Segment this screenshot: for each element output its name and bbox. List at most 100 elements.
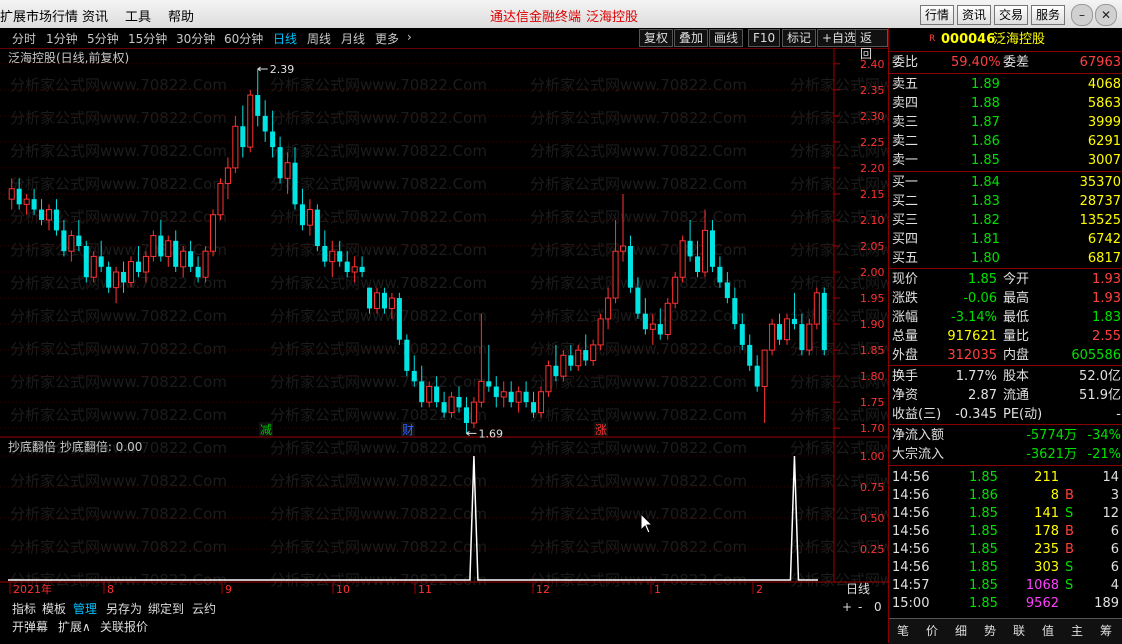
period-more[interactable]: 更多	[375, 30, 399, 47]
back-button[interactable]: 返回	[855, 29, 888, 61]
panel-tab-0[interactable]: 笔	[897, 622, 909, 639]
zoom-in-button[interactable]: +	[842, 600, 852, 614]
candle-body	[523, 391, 529, 403]
candle-body	[545, 365, 552, 393]
period-label: 日线	[846, 582, 870, 596]
period-60min[interactable]: 60分钟	[224, 30, 263, 47]
candle-body	[515, 391, 522, 403]
flow-value: -3621万	[1026, 447, 1077, 462]
quote-row: 14:57 1.85 1068 S 4	[889, 576, 1122, 595]
menu-news[interactable]: 资讯	[82, 6, 108, 25]
menu-help[interactable]: 帮助	[168, 6, 194, 25]
panel-tab-3[interactable]: 势	[984, 622, 996, 639]
adjust-button[interactable]: 复权	[639, 29, 674, 47]
tab-indicator[interactable]: 指标	[12, 600, 36, 617]
mark-button[interactable]: 标记	[782, 29, 817, 47]
bid-label: 买五	[892, 251, 919, 266]
kline-chart[interactable]: 分析家公式网www.70822.Com 分析家公式网www.70822.Com 分析…	[0, 48, 888, 598]
event-mark-1[interactable]: 财	[402, 423, 414, 437]
tab-template[interactable]: 模板	[42, 600, 66, 617]
stat-value: 2.87	[968, 388, 997, 403]
minimize-icon[interactable]: –	[1071, 4, 1093, 26]
menu-tools[interactable]: 工具	[125, 6, 151, 25]
tab-manage[interactable]: 管理	[73, 600, 97, 617]
candle-body	[158, 235, 164, 257]
tick-side: B	[1065, 524, 1074, 539]
flow-value: -5774万	[1026, 428, 1077, 443]
flow-pct: -34%	[1087, 428, 1121, 443]
panel-tab-7[interactable]: 筹	[1100, 622, 1112, 639]
tab-bind-to[interactable]: 绑定到	[148, 600, 184, 617]
tick-volume: 211	[1034, 470, 1059, 485]
bid-label: 买一	[892, 175, 919, 190]
panel-tab-5[interactable]: 值	[1042, 622, 1054, 639]
chevron-right-icon[interactable]: ›	[407, 30, 412, 44]
quote-row: 买一 1.84 35370	[889, 173, 1122, 192]
zoom-out-button[interactable]: -	[858, 600, 862, 614]
panel-tab-6[interactable]: 主	[1071, 622, 1083, 639]
tick-price: 1.85	[969, 542, 998, 557]
f10-button[interactable]: F10	[748, 29, 781, 47]
tick-volume: 9562	[1025, 596, 1059, 611]
overlay-button[interactable]: 叠加	[674, 29, 709, 47]
period-1min[interactable]: 1分钟	[46, 30, 78, 47]
candle-body	[180, 250, 187, 268]
watermark-text: 分析家公式网www.70822.Com	[530, 505, 747, 523]
panel-tab-1[interactable]: 价	[926, 622, 938, 639]
period-intraday[interactable]: 分时	[12, 30, 36, 47]
watermark-text: 分析家公式网www.70822.Com	[10, 76, 227, 94]
candle-body	[329, 250, 336, 263]
stat-value: 1.77%	[955, 369, 997, 384]
danmaku-toggle[interactable]: 开弹幕	[12, 618, 48, 635]
watermark-text: 分析家公式网www.70822.Com	[270, 373, 487, 391]
event-mark-0[interactable]: 减	[260, 423, 272, 437]
tab-save-as[interactable]: 另存为	[106, 600, 142, 617]
related-quotes[interactable]: 关联报价	[100, 618, 148, 635]
zoom-reset-button[interactable]: 0	[874, 600, 882, 614]
ask-label: 卖五	[892, 77, 919, 92]
candle-body	[709, 230, 715, 267]
price-tick-label: 1.85	[860, 344, 885, 357]
quote-row: 14:56 1.86 8 B 3	[889, 486, 1122, 505]
extend-toggle[interactable]: 扩展∧	[58, 618, 91, 635]
panel-tab-4[interactable]: 联	[1013, 622, 1025, 639]
period-daily[interactable]: 日线	[273, 30, 297, 47]
candle-body	[188, 251, 194, 267]
bid-volume: 6742	[1087, 232, 1121, 247]
service-button[interactable]: 服务	[1031, 5, 1065, 25]
quotes-button[interactable]: 行情	[920, 5, 954, 25]
period-30min[interactable]: 30分钟	[176, 30, 215, 47]
watermark-text: 分析家公式网www.70822.Com	[270, 340, 487, 358]
menu-extended-market[interactable]: 扩展市场行情	[0, 6, 78, 25]
tab-cloud[interactable]: 云约	[192, 600, 216, 617]
candle-body	[508, 391, 514, 403]
watermark-text: 分析家公式网www.70822.Com	[10, 538, 227, 556]
trade-button[interactable]: 交易	[994, 5, 1028, 25]
high-price-label: 2.39	[270, 63, 295, 76]
ask-volume: 3007	[1087, 153, 1121, 168]
period-5min[interactable]: 5分钟	[87, 30, 119, 47]
period-weekly[interactable]: 周线	[307, 30, 331, 47]
bid-volume: 6817	[1087, 251, 1121, 266]
stat-value: 1.93	[1092, 272, 1121, 287]
watermark-text: 分析家公式网www.70822.Com	[270, 241, 487, 259]
indicator-tick-label: 1.00	[860, 450, 885, 463]
bid-volume: 13525	[1079, 213, 1121, 228]
period-monthly[interactable]: 月线	[341, 30, 365, 47]
close-icon[interactable]: ✕	[1095, 4, 1117, 26]
candle-body	[404, 339, 410, 371]
candle-body	[247, 94, 254, 148]
panel-tab-2[interactable]: 细	[955, 622, 967, 639]
candle-body	[23, 198, 30, 205]
candle-body	[83, 246, 89, 278]
candle-body	[500, 391, 507, 398]
candle-body	[732, 298, 738, 325]
draw-button[interactable]: 画线	[709, 29, 744, 47]
news-button[interactable]: 资讯	[957, 5, 991, 25]
period-15min[interactable]: 15分钟	[128, 30, 167, 47]
quote-row: 买四 1.81 6742	[889, 230, 1122, 249]
event-mark-2[interactable]: 涨	[595, 422, 607, 437]
tick-price: 1.85	[969, 578, 998, 593]
candle-body	[277, 147, 283, 179]
watermark-text: 分析家公式网www.70822.Com	[270, 307, 487, 325]
